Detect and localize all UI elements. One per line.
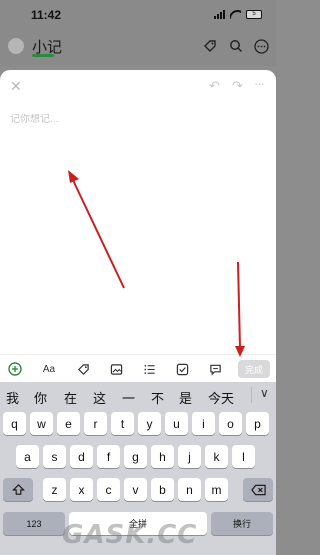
redo-icon[interactable]: ↷ (232, 78, 243, 94)
signal-icon (214, 9, 225, 19)
key-n[interactable]: n (178, 478, 201, 501)
text-format-icon[interactable]: Aa (41, 361, 57, 377)
tag-icon[interactable] (75, 361, 91, 377)
status-time: 11:42 (31, 8, 62, 22)
note-input[interactable] (10, 114, 260, 125)
key-z[interactable]: z (43, 478, 66, 501)
key-c[interactable]: c (97, 478, 120, 501)
key-d[interactable]: d (70, 445, 93, 468)
key-i[interactable]: i (192, 412, 215, 435)
undo-icon[interactable]: ↶ (209, 78, 220, 94)
keyboard: 我 你 在 这 一 不 是 今天 ∨ q w e r t y u i o p a… (0, 382, 276, 555)
editor-toolbar: Aa 完成 (0, 354, 276, 382)
search-icon[interactable] (228, 38, 244, 54)
status-icons: 5 (214, 9, 262, 19)
key-j[interactable]: j (178, 445, 201, 468)
more-icon[interactable] (253, 38, 269, 54)
key-f[interactable]: f (97, 445, 120, 468)
candidate-word[interactable]: 这 (93, 388, 106, 407)
key-v[interactable]: v (124, 478, 147, 501)
space-key[interactable]: 全拼 (69, 512, 207, 535)
candidate-word[interactable]: 不 (151, 388, 164, 407)
key-w[interactable]: w (30, 412, 53, 435)
key-s[interactable]: s (43, 445, 66, 468)
key-g[interactable]: g (124, 445, 147, 468)
image-icon[interactable] (108, 361, 124, 377)
key-r[interactable]: r (84, 412, 107, 435)
status-bar: 11:42 5 (0, 0, 276, 30)
candidate-word[interactable]: 今天 (208, 388, 234, 407)
backspace-key[interactable] (243, 478, 273, 501)
compose-sheet: ✕ ↶ ↷ ··· (0, 70, 276, 382)
key-u[interactable]: u (165, 412, 188, 435)
return-key[interactable]: 换行 (211, 512, 273, 535)
key-x[interactable]: x (70, 478, 93, 501)
key-t[interactable]: t (111, 412, 134, 435)
checkbox-icon[interactable] (174, 361, 190, 377)
shift-icon (11, 484, 25, 495)
list-icon[interactable] (141, 361, 157, 377)
key-y[interactable]: y (138, 412, 161, 435)
key-q[interactable]: q (3, 412, 26, 435)
key-p[interactable]: p (246, 412, 269, 435)
more-options-icon[interactable]: ··· (254, 76, 265, 91)
candidate-word[interactable]: 在 (64, 388, 77, 407)
backspace-icon (250, 484, 266, 495)
plus-circle-icon[interactable] (7, 361, 23, 377)
battery-icon: 5 (246, 9, 262, 19)
close-icon[interactable]: ✕ (10, 78, 22, 95)
app-header: 小记 (0, 30, 276, 66)
key-l[interactable]: l (232, 445, 255, 468)
wifi-icon (230, 10, 241, 19)
candidate-bar: 我 你 在 这 一 不 是 今天 ∨ (0, 382, 276, 408)
key-a[interactable]: a (16, 445, 39, 468)
candidate-word[interactable]: 是 (179, 388, 192, 407)
key-m[interactable]: m (205, 478, 228, 501)
avatar[interactable] (8, 38, 24, 54)
candidate-word[interactable]: 我 (6, 388, 19, 407)
shift-key[interactable] (3, 478, 33, 501)
done-button[interactable]: 完成 (238, 360, 270, 378)
key-k[interactable]: k (205, 445, 228, 468)
numbers-key[interactable]: 123 (3, 512, 65, 535)
key-e[interactable]: e (57, 412, 80, 435)
tag-icon[interactable] (202, 38, 218, 54)
title-underline (32, 54, 54, 57)
key-b[interactable]: b (151, 478, 174, 501)
candidate-word[interactable]: 你 (34, 388, 47, 407)
candidate-word[interactable]: 一 (122, 388, 135, 407)
candidate-divider (251, 387, 252, 403)
chevron-down-icon[interactable]: ∨ (260, 386, 269, 400)
key-h[interactable]: h (151, 445, 174, 468)
comment-icon[interactable] (207, 361, 223, 377)
key-o[interactable]: o (219, 412, 242, 435)
